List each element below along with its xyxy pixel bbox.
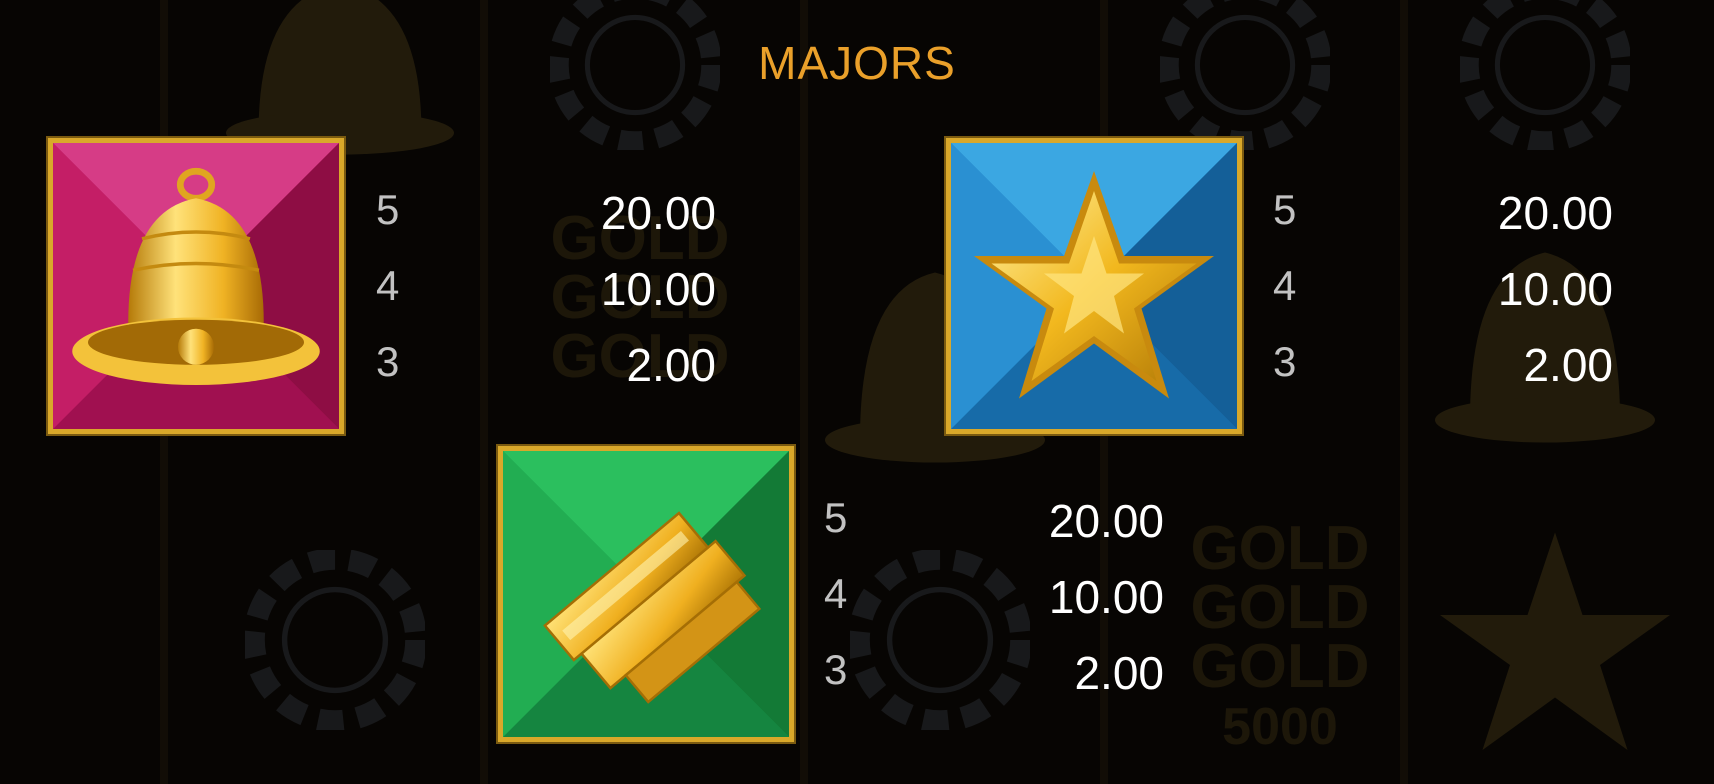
payout-value: 20.00: [1048, 495, 1164, 547]
payout-count: 3: [376, 338, 400, 385]
payout-value: 10.00: [600, 263, 716, 315]
payout-row: 5 20.00: [1273, 186, 1613, 256]
bell-icon: [72, 167, 320, 385]
payout-value: 2.00: [1074, 647, 1164, 699]
payout-count: 4: [824, 570, 848, 617]
payout-row: 4 10.00: [1273, 262, 1613, 332]
payout-value: 2.00: [1523, 339, 1613, 391]
payout-count: 5: [1273, 186, 1297, 233]
background-gold-logo: GOLD GOLD GOLD 5000: [1130, 514, 1430, 756]
payout-row: 5 20.00: [376, 186, 716, 256]
background-gold-text: GOLD: [1190, 514, 1370, 583]
payout-row: 3 2.00: [824, 646, 1164, 716]
payout-value: 20.00: [1497, 187, 1613, 239]
payout-count: 3: [824, 646, 848, 693]
background-gold-text: GOLD: [1190, 572, 1370, 642]
star-icon: [974, 171, 1214, 399]
payout-row: 4 10.00: [824, 570, 1164, 640]
background-gold-text: GOLD: [1190, 631, 1370, 701]
payout-row: 5 20.00: [824, 494, 1164, 564]
payout-row: 3 2.00: [1273, 338, 1613, 408]
payout-value: 10.00: [1497, 263, 1613, 315]
payout-count: 5: [376, 186, 400, 233]
symbol-tile-star: [946, 138, 1242, 434]
payout-count: 3: [1273, 338, 1297, 385]
background-jackpot-value: 5000: [1222, 697, 1338, 756]
payout-value: 10.00: [1048, 571, 1164, 623]
payout-row: 3 2.00: [376, 338, 716, 408]
gold-bars-icon: [543, 511, 762, 704]
payout-value: 20.00: [600, 187, 716, 239]
page-title: MAJORS: [758, 37, 956, 89]
payout-count: 4: [1273, 262, 1297, 309]
payout-value: 2.00: [626, 339, 716, 391]
payout-row: 4 10.00: [376, 262, 716, 332]
reel-divider: [800, 0, 808, 784]
symbol-tile-bell: [48, 138, 344, 434]
payout-count: 4: [376, 262, 400, 309]
background-star-icon: [1440, 532, 1670, 750]
symbol-tile-gold-bars: [498, 446, 794, 742]
background-chip-icon: [245, 550, 425, 730]
payout-count: 5: [824, 494, 848, 541]
